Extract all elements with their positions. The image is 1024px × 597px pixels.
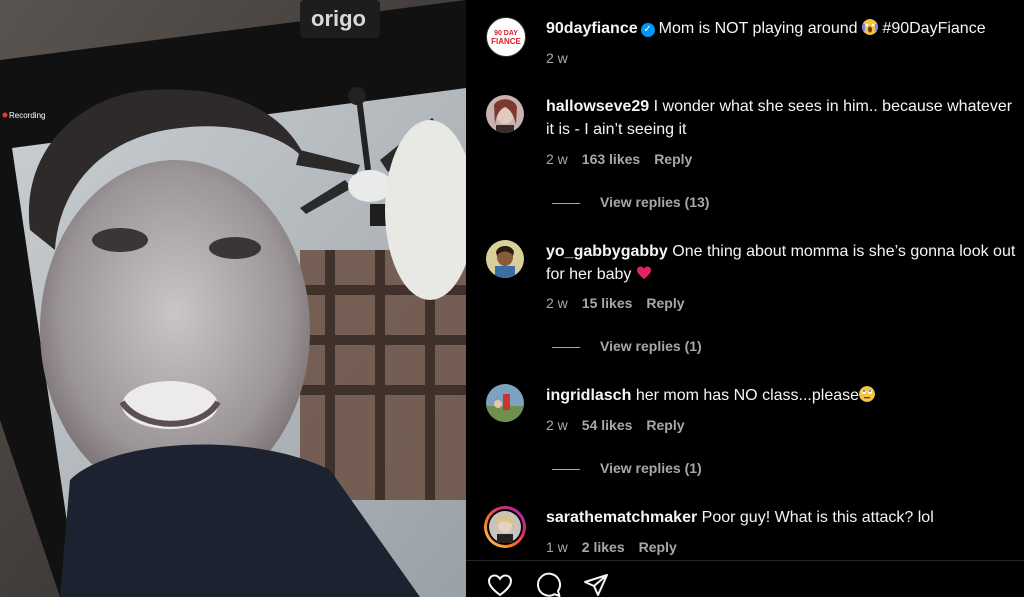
view-replies-button[interactable]: View replies (1) bbox=[552, 338, 702, 354]
post-time: 2 w bbox=[546, 50, 568, 66]
view-replies-button[interactable]: View replies (1) bbox=[552, 460, 702, 476]
comment-text: yo_gabbygabby One thing about momma is s… bbox=[546, 240, 1016, 286]
reply-button[interactable]: Reply bbox=[639, 539, 677, 555]
post-author-username[interactable]: 90dayfiance bbox=[546, 20, 638, 37]
comment-time: 2 w bbox=[546, 151, 568, 167]
comment-text: sarathematchmaker Poor guy! What is this… bbox=[546, 506, 1016, 529]
view-replies-label: View replies (13) bbox=[600, 194, 710, 210]
sarathematchmaker-avatar-image bbox=[487, 509, 523, 545]
rolling-eyes-emoji-icon bbox=[859, 386, 876, 402]
view-replies-label: View replies (1) bbox=[600, 338, 702, 354]
comments-panel: 90 DAY FIANCE 90dayfiance ✓ Mom is NOT pla… bbox=[466, 0, 1024, 597]
share-icon[interactable] bbox=[582, 571, 610, 597]
ingridlasch-avatar-image bbox=[486, 384, 524, 422]
red-heart-emoji-icon bbox=[636, 266, 651, 279]
post-media-video[interactable]: Recording origo bbox=[0, 0, 466, 597]
reply-button[interactable]: Reply bbox=[646, 295, 684, 311]
comment-meta: 2 w 54 likes Reply bbox=[546, 417, 699, 433]
screaming-face-emoji-icon bbox=[861, 19, 878, 35]
comment-likes[interactable]: 163 likes bbox=[582, 151, 640, 167]
origo-watermark: origo bbox=[311, 6, 366, 31]
post-caption-text: 90dayfiance ✓ Mom is NOT playing around #9… bbox=[546, 17, 1016, 40]
yo_gabbygabby-avatar-image bbox=[486, 240, 524, 278]
view-replies-label: View replies (1) bbox=[600, 460, 702, 476]
comment-time: 2 w bbox=[546, 417, 568, 433]
reply-button[interactable]: Reply bbox=[646, 417, 684, 433]
comment-likes[interactable]: 15 likes bbox=[582, 295, 633, 311]
commenter-avatar[interactable] bbox=[486, 240, 524, 278]
replies-divider bbox=[552, 468, 580, 470]
comment-text: ingridlasch her mom has NO class...pleas… bbox=[546, 384, 1016, 407]
comment-icon[interactable] bbox=[534, 571, 562, 597]
svg-text:90 DAY: 90 DAY bbox=[494, 30, 518, 37]
post-action-bar bbox=[466, 560, 1024, 597]
comment-username[interactable]: yo_gabbygabby bbox=[546, 243, 668, 260]
svg-text:FIANCE: FIANCE bbox=[491, 37, 521, 46]
recording-label: Recording bbox=[9, 111, 45, 120]
replies-divider bbox=[552, 202, 580, 204]
hallowseve29-avatar-image bbox=[486, 95, 524, 133]
caption-hashtag[interactable]: #90DayFiance bbox=[882, 20, 985, 37]
comment-likes[interactable]: 2 likes bbox=[582, 539, 625, 555]
comment-body: her mom has NO class...please bbox=[635, 387, 860, 404]
comment-username[interactable]: ingridlasch bbox=[546, 387, 631, 404]
verified-badge-icon: ✓ bbox=[640, 23, 655, 37]
commenter-avatar[interactable] bbox=[486, 384, 524, 422]
comment-username[interactable]: sarathematchmaker bbox=[546, 509, 697, 526]
view-replies-button[interactable]: View replies (13) bbox=[552, 194, 709, 210]
comment-meta: 1 w 2 likes Reply bbox=[546, 539, 691, 555]
heart-icon[interactable] bbox=[486, 571, 514, 597]
comment-username[interactable]: hallowseve29 bbox=[546, 98, 649, 115]
comment-time: 2 w bbox=[546, 295, 568, 311]
comment-time: 1 w bbox=[546, 539, 568, 555]
comment-likes[interactable]: 54 likes bbox=[582, 417, 633, 433]
commenter-avatar-story-ring[interactable] bbox=[484, 506, 526, 548]
comment-body: Poor guy! What is this attack? lol bbox=[701, 509, 934, 526]
post-author-avatar[interactable]: 90 DAY FIANCE bbox=[486, 17, 526, 57]
comment-meta: 2 w 163 likes Reply bbox=[546, 151, 706, 167]
post-meta: 2 w bbox=[546, 50, 582, 66]
caption-body: Mom is NOT playing around bbox=[658, 20, 858, 37]
replies-divider bbox=[552, 346, 580, 348]
comment-meta: 2 w 15 likes Reply bbox=[546, 295, 699, 311]
90dayfiance-logo-icon: 90 DAY FIANCE bbox=[487, 18, 525, 56]
reply-button[interactable]: Reply bbox=[654, 151, 692, 167]
comment-text: hallowseve29 I wonder what she sees in h… bbox=[546, 95, 1016, 141]
commenter-avatar[interactable] bbox=[486, 95, 524, 133]
video-frame-image: Recording origo bbox=[0, 0, 466, 597]
